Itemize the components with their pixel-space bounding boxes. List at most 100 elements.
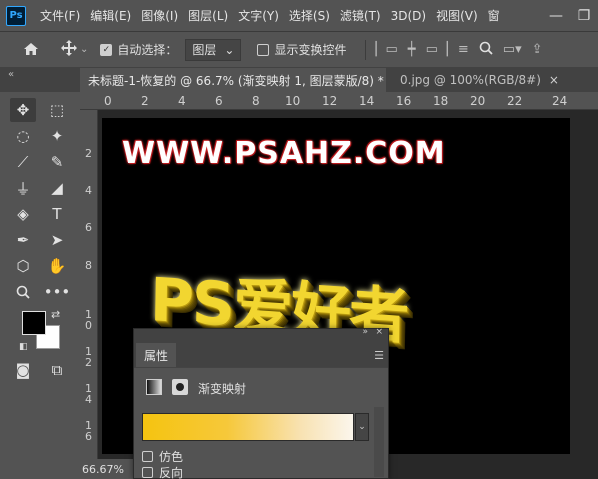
reverse-option[interactable]: 反向: [142, 464, 183, 479]
ruler-tick: 8: [85, 259, 92, 272]
layer-mask-icon[interactable]: [172, 379, 188, 395]
reverse-checkbox[interactable]: [142, 467, 153, 478]
align-left-icon[interactable]: ▏▭: [376, 42, 398, 57]
menu-window[interactable]: 窗: [488, 7, 500, 24]
screen-mode-icon[interactable]: ⧉: [44, 358, 70, 382]
ruler-tick: 18: [433, 94, 449, 108]
menu-view[interactable]: 视图(V): [436, 7, 478, 24]
restore-button[interactable]: ❐: [570, 8, 598, 24]
ruler-tick: 0: [104, 94, 112, 108]
default-colors-icon[interactable]: ◧: [19, 342, 28, 352]
window-controls: — ❐: [542, 0, 598, 31]
tab-0-jpg[interactable]: 0.jpg @ 100%(RGB/8#) ×: [392, 68, 559, 92]
move-tool-icon[interactable]: [60, 39, 78, 61]
move-icon[interactable]: ✥: [10, 98, 36, 122]
share-icon[interactable]: ⇪: [532, 42, 543, 57]
menu-layer[interactable]: 图层(L): [188, 7, 228, 24]
vertical-scrollbar[interactable]: [574, 118, 584, 454]
auto-select-checkbox[interactable]: ✓: [100, 43, 113, 56]
show-transform-label: 显示变换控件: [274, 43, 347, 57]
ruler-tick: 4: [178, 94, 186, 108]
workspace-icon[interactable]: ▭▾: [503, 42, 522, 57]
ruler-vertical: 2 4 6 8 1 0 1 2 1 4 1 6: [80, 110, 98, 460]
dither-checkbox[interactable]: [142, 451, 153, 462]
close-icon[interactable]: ×: [549, 73, 559, 87]
collapse-panel-icon[interactable]: »: [362, 327, 368, 337]
close-icon[interactable]: ×: [375, 327, 383, 337]
type-icon[interactable]: T: [44, 202, 70, 226]
ruler-tick: 6: [215, 94, 223, 108]
tab-properties[interactable]: 属性: [136, 343, 177, 367]
panel-scrollbar[interactable]: [374, 407, 384, 477]
ruler-tick: 14: [359, 94, 375, 108]
eraser-icon[interactable]: ◢: [44, 176, 70, 200]
auto-select-label: 自动选择：: [117, 43, 178, 57]
auto-select-target-dropdown[interactable]: 图层 ⌄: [185, 38, 242, 61]
eyedropper-icon[interactable]: ⟋: [10, 150, 36, 174]
hand-icon[interactable]: ✋: [44, 254, 70, 278]
gradient-preview[interactable]: [142, 413, 354, 441]
menu-image[interactable]: 图像(I): [141, 7, 178, 24]
home-icon[interactable]: [22, 40, 42, 60]
ruler-tick: 10: [285, 94, 301, 108]
menu-file[interactable]: 文件(F): [40, 7, 80, 24]
ruler-tick: 22: [507, 94, 523, 108]
menu-3d[interactable]: 3D(D): [391, 9, 426, 23]
path-select-icon[interactable]: ➤: [44, 228, 70, 252]
foreground-color-swatch[interactable]: [22, 311, 46, 335]
lasso-icon[interactable]: ◌: [10, 124, 36, 148]
ruler-tick: 12: [322, 94, 338, 108]
search-icon[interactable]: [479, 41, 493, 59]
ruler-tick: 16: [396, 94, 412, 108]
options-bar: ⌄ ✓ 自动选择： 图层 ⌄ 显示变换控件 ▏▭ ┿ ▭▕ ≡ ▭▾ ⇪: [0, 31, 598, 67]
divider: [134, 367, 388, 368]
menu-filter[interactable]: 滤镜(T): [340, 7, 381, 24]
menu-edit[interactable]: 编辑(E): [90, 7, 131, 24]
tab-label: 属性: [144, 348, 169, 363]
toolbox: ✥ ⬚ ◌ ✦ ⟋ ✎ ⏚ ◢ ◈ T ✒ ➤ ⬡ ✋ ••• ⇄ ◧ ◙ ⧉: [0, 92, 80, 479]
ruler-tick: 1 2: [85, 345, 92, 369]
more-tools-icon[interactable]: •••: [44, 280, 71, 304]
show-transform-checkbox[interactable]: [257, 43, 270, 56]
panel-tab-bar: 属性 ☰: [134, 341, 388, 367]
gradient-map-adjustment-icon[interactable]: [146, 379, 162, 395]
dither-label: 仿色: [159, 450, 184, 464]
photoshop-logo: Ps: [6, 5, 26, 26]
swap-colors-icon[interactable]: ⇄: [51, 308, 60, 321]
ruler-tick: 6: [85, 221, 92, 234]
shape-icon[interactable]: ⬡: [10, 254, 36, 278]
align-right-icon[interactable]: ▭▕: [426, 42, 448, 57]
zoom-level[interactable]: 66.67%: [82, 463, 124, 476]
distribute-icon[interactable]: ≡: [458, 42, 469, 57]
zoom-icon[interactable]: [10, 280, 36, 304]
brush-icon[interactable]: ✎: [44, 150, 70, 174]
dither-option[interactable]: 仿色: [142, 448, 183, 465]
ruler-tick: 2: [85, 147, 92, 160]
chevron-down-icon[interactable]: ⌄: [355, 413, 369, 441]
stamp-icon[interactable]: ⏚: [10, 176, 36, 200]
ruler-tick: 24: [552, 94, 568, 108]
divider: [364, 39, 366, 60]
ruler-tick: 4: [85, 184, 92, 197]
status-bar: 66.67%: [80, 459, 140, 479]
panel-menu-icon[interactable]: ☰: [374, 349, 384, 362]
pen-icon[interactable]: ✒: [10, 228, 36, 252]
menu-select[interactable]: 选择(S): [289, 7, 330, 24]
chevron-down-icon[interactable]: ⌄: [80, 44, 88, 55]
quick-mask-icon[interactable]: ◙: [10, 358, 36, 382]
menu-type[interactable]: 文字(Y): [238, 7, 279, 24]
auto-select-target-value: 图层: [192, 43, 217, 57]
marquee-icon[interactable]: ⬚: [44, 98, 70, 122]
ruler-tick: 8: [252, 94, 260, 108]
minimize-button[interactable]: —: [542, 8, 570, 24]
panel-title-strip: » ×: [134, 327, 388, 341]
tab-label: 未标题-1-恢复的 @ 66.7% (渐变映射 1, 图层蒙版/8) *: [88, 73, 384, 88]
adjustment-name: 渐变映射: [198, 382, 247, 396]
magic-wand-icon[interactable]: ✦: [44, 124, 70, 148]
tab-untitled-document[interactable]: 未标题-1-恢复的 @ 66.7% (渐变映射 1, 图层蒙版/8) * ×: [80, 68, 402, 92]
paint-bucket-icon[interactable]: ◈: [10, 202, 36, 226]
collapse-panels-icon[interactable]: «: [8, 69, 14, 80]
ruler-tick: 20: [470, 94, 486, 108]
align-center-icon[interactable]: ┿: [408, 42, 416, 57]
document-tab-bar: « 未标题-1-恢复的 @ 66.7% (渐变映射 1, 图层蒙版/8) * ×…: [0, 67, 598, 92]
